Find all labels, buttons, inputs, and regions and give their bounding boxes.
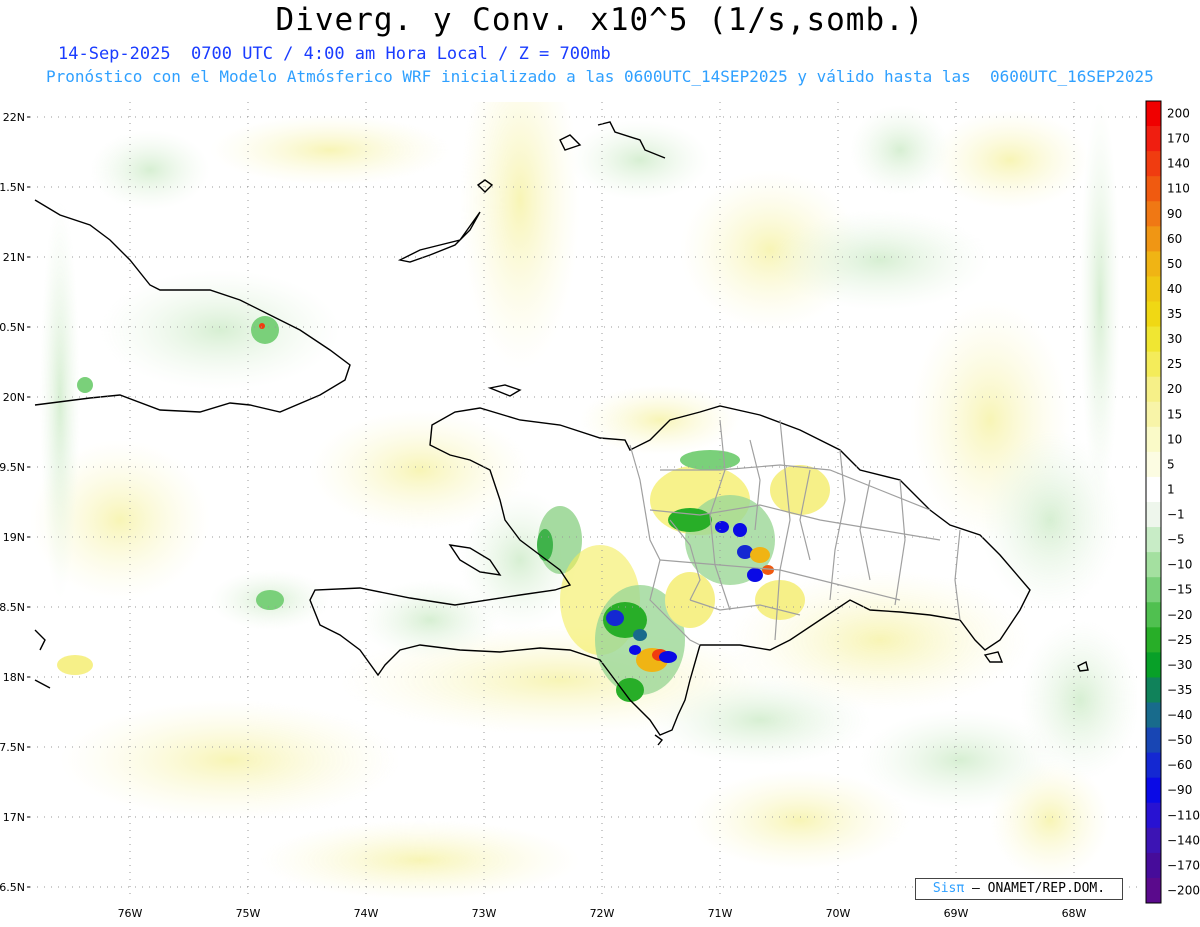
lat-label: 20N xyxy=(3,391,25,404)
lon-label: 73W xyxy=(472,907,497,920)
lon-label: 76W xyxy=(118,907,143,920)
colorbar-label: 170 xyxy=(1167,132,1190,146)
colorbar-label: −40 xyxy=(1167,708,1192,722)
colorbar-swatch xyxy=(1146,176,1161,202)
lat-ticks xyxy=(27,116,30,888)
colorbar: 200 170 140 110 90 60 50 40 35 30 25 20 15 10 5 1 −1 −5 −1… xyxy=(1145,100,1200,904)
colorbar-label: 1 xyxy=(1167,482,1175,496)
latitude-axis: 22N 1.5N 21N 0.5N 20N 9.5N 19N 8.5N 18N … xyxy=(0,111,25,894)
colorbar-label: −90 xyxy=(1167,783,1192,797)
colorbar-swatch xyxy=(1146,151,1161,177)
divergence-map: 22N 1.5N 21N 0.5N 20N 9.5N 19N 8.5N 18N … xyxy=(0,100,1200,920)
lat-label: 21N xyxy=(3,251,25,264)
colorbar-label: 40 xyxy=(1167,282,1182,296)
colorbar-label: −15 xyxy=(1167,583,1192,597)
colorbar-swatch xyxy=(1146,476,1161,503)
lon-label: 68W xyxy=(1062,907,1087,920)
colorbar-label: −200 xyxy=(1167,883,1200,897)
colorbar-swatch xyxy=(1146,126,1161,152)
credit-text: – ONAMET/REP.DOM. xyxy=(972,881,1106,896)
lat-label: 19N xyxy=(3,531,25,544)
colorbar-label: 200 xyxy=(1167,107,1190,121)
colorbar-label: −110 xyxy=(1167,808,1200,822)
lon-label: 74W xyxy=(354,907,379,920)
colorbar-label: −1 xyxy=(1167,508,1185,522)
lat-label: 9.5N xyxy=(0,461,25,474)
colorbar-label: −140 xyxy=(1167,833,1200,847)
colorbar-swatch xyxy=(1146,752,1161,779)
colorbar-swatch xyxy=(1146,401,1161,428)
lat-label: 17N xyxy=(3,811,25,824)
colorbar-swatch xyxy=(1146,301,1161,327)
colorbar-label: −25 xyxy=(1167,633,1192,647)
colorbar-swatch xyxy=(1146,426,1161,453)
lon-label: 72W xyxy=(590,907,615,920)
colorbar-swatch xyxy=(1146,602,1161,628)
colorbar-label: 140 xyxy=(1167,157,1190,171)
colorbar-swatch xyxy=(1146,727,1161,754)
lon-label: 70W xyxy=(826,907,851,920)
lat-label: 7.5N xyxy=(0,741,25,754)
colorbar-label: 20 xyxy=(1167,382,1182,396)
credit-brand: Sisπ xyxy=(932,881,965,896)
colorbar-label: 25 xyxy=(1167,357,1182,371)
colorbar-label: −10 xyxy=(1167,558,1192,572)
colorbar-label: 90 xyxy=(1167,207,1182,221)
colorbar-label: −35 xyxy=(1167,683,1192,697)
colorbar-swatch xyxy=(1146,852,1161,879)
lat-label: 1.5N xyxy=(0,181,25,194)
colorbar-swatch xyxy=(1146,577,1161,603)
colorbar-swatch xyxy=(1146,201,1161,227)
lat-label: 0.5N xyxy=(0,321,25,334)
lat-label: 6.5N xyxy=(0,881,25,894)
colorbar-label: −30 xyxy=(1167,658,1192,672)
colorbar-swatch xyxy=(1146,652,1161,678)
colorbar-label: 10 xyxy=(1167,432,1182,446)
lat-label: 8.5N xyxy=(0,601,25,614)
colorbar-swatch xyxy=(1146,677,1161,703)
colorbar-label: 50 xyxy=(1167,257,1182,271)
colorbar-label: 35 xyxy=(1167,307,1182,321)
colorbar-swatch xyxy=(1146,527,1161,553)
colorbar-label: −50 xyxy=(1167,733,1192,747)
colorbar-swatch xyxy=(1146,627,1161,653)
lon-label: 71W xyxy=(708,907,733,920)
colorbar-swatch xyxy=(1146,251,1161,277)
colorbar-swatch xyxy=(1146,276,1161,302)
colorbar-swatch xyxy=(1146,101,1161,127)
colorbar-label: 5 xyxy=(1167,457,1175,471)
colorbar-label: 15 xyxy=(1167,407,1182,421)
colorbar-swatch xyxy=(1146,702,1161,728)
lon-label: 69W xyxy=(944,907,969,920)
colorbar-label: 60 xyxy=(1167,232,1182,246)
lon-label: 75W xyxy=(236,907,261,920)
colorbar-label: −20 xyxy=(1167,608,1192,622)
colorbar-swatch xyxy=(1146,777,1161,804)
lat-label: 22N xyxy=(3,111,25,124)
colorbar-label: −60 xyxy=(1167,758,1192,772)
longitude-axis: 76W 75W 74W 73W 72W 71W 70W 69W 68W xyxy=(118,907,1087,920)
lat-label: 18N xyxy=(3,671,25,684)
colorbar-swatch xyxy=(1146,351,1161,378)
colorbar-swatch xyxy=(1146,451,1161,478)
colorbar-swatch xyxy=(1146,877,1161,904)
colorbar-label: −5 xyxy=(1167,533,1185,547)
colorbar-swatch xyxy=(1146,326,1161,353)
colorbar-swatch xyxy=(1146,376,1161,403)
colorbar-label: −170 xyxy=(1167,858,1200,872)
colorbar-swatch xyxy=(1146,502,1161,528)
credit-box: Sisπ – ONAMET/REP.DOM. xyxy=(915,878,1123,900)
colorbar-swatch xyxy=(1146,827,1161,854)
colorbar-swatch xyxy=(1146,552,1161,578)
colorbar-swatch xyxy=(1146,802,1161,829)
colorbar-label: 30 xyxy=(1167,332,1182,346)
colorbar-swatch xyxy=(1146,226,1161,252)
colorbar-label: 110 xyxy=(1167,182,1190,196)
